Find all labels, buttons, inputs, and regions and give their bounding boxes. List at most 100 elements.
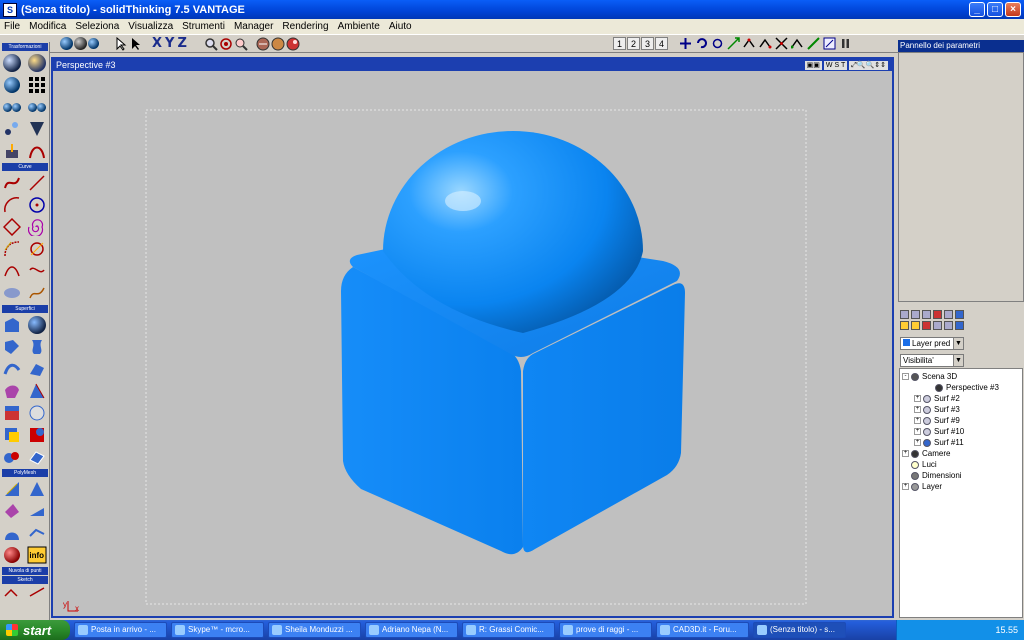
tree-node[interactable]: Perspective #3	[900, 382, 1022, 393]
polymesh-tool-2-icon[interactable]	[27, 479, 47, 499]
menu-rendering[interactable]: Rendering	[282, 21, 328, 32]
polymesh-tool-6-icon[interactable]	[27, 523, 47, 543]
deform-tool-icon[interactable]	[27, 119, 47, 139]
select-point-icon[interactable]	[129, 37, 143, 51]
y-axis-button[interactable]: Y	[165, 36, 174, 51]
tree-tool-5-icon[interactable]	[944, 310, 953, 319]
line-tool-icon[interactable]	[27, 173, 47, 193]
rotate-icon[interactable]	[695, 37, 708, 50]
tree-node[interactable]: + Surf #3	[900, 404, 1022, 415]
task-posta[interactable]: Posta in arrivo - ...	[74, 622, 167, 638]
polymesh-tool-1-icon[interactable]	[2, 479, 22, 499]
patch-surface-icon[interactable]	[2, 381, 22, 401]
pause-icon[interactable]	[839, 37, 852, 50]
tree-node[interactable]: Dimensioni	[900, 470, 1022, 481]
tree-node[interactable]: + Surf #9	[900, 415, 1022, 426]
task-prove[interactable]: prove di raggi - ...	[559, 622, 652, 638]
menu-file[interactable]: File	[4, 21, 20, 32]
viewport-canvas[interactable]: y x	[53, 71, 892, 616]
multi-sphere-icon[interactable]	[88, 38, 99, 49]
viewport-perspective[interactable]: Perspective #3 ▣▣ W S T ⤢🔍🔍⇕⇕ y x	[51, 57, 894, 618]
menu-aiuto[interactable]: Aiuto	[389, 21, 412, 32]
x-axis-button[interactable]: X	[152, 36, 162, 51]
tree-tool-11-icon[interactable]	[944, 321, 953, 330]
app-icon[interactable]: S	[3, 2, 17, 17]
snap-icon-4[interactable]	[791, 37, 804, 50]
tree-tool-6-icon[interactable]	[955, 310, 964, 319]
view-2-button[interactable]: 2	[627, 37, 640, 50]
circle-tool-icon[interactable]	[27, 195, 47, 215]
material-icon[interactable]	[256, 37, 270, 51]
tree-node[interactable]: + Surf #10	[900, 426, 1022, 437]
orbit-icon[interactable]	[711, 37, 724, 50]
expand-icon[interactable]: +	[914, 395, 921, 403]
view-3-button[interactable]: 3	[641, 37, 654, 50]
bend-tool-icon[interactable]	[27, 141, 47, 161]
clock[interactable]: 15.55	[995, 625, 1018, 635]
tree-tool-8-icon[interactable]	[911, 321, 920, 330]
align-tool-icon[interactable]	[27, 97, 47, 117]
spiral-tool-icon[interactable]	[27, 217, 47, 237]
tree-node[interactable]: + Layer	[900, 481, 1022, 492]
rotate-tool-icon[interactable]	[27, 53, 47, 73]
environment-icon[interactable]	[286, 37, 300, 51]
menu-manager[interactable]: Manager	[234, 21, 273, 32]
start-button[interactable]: start	[0, 620, 70, 640]
zoom-target-icon[interactable]	[219, 37, 233, 51]
scale-tool-icon[interactable]	[2, 75, 22, 95]
sketch-tool-1-icon[interactable]	[2, 582, 22, 602]
offset-surface-icon[interactable]	[27, 447, 47, 467]
tree-node[interactable]: + Camere	[900, 448, 1022, 459]
polymesh-tool-3-icon[interactable]	[2, 501, 22, 521]
tree-tool-3-icon[interactable]	[922, 310, 931, 319]
info-icon[interactable]: info	[27, 545, 47, 565]
menu-seleziona[interactable]: Seleziona	[75, 21, 119, 32]
tree-tool-7-icon[interactable]	[900, 321, 909, 330]
viewport-nav-icons[interactable]: ⤢🔍🔍⇕⇕	[849, 60, 888, 70]
zoom-icon[interactable]	[204, 37, 218, 51]
move-tool-icon[interactable]	[2, 53, 22, 73]
tree-node[interactable]: + Surf #11	[900, 437, 1022, 448]
polymesh-tool-4-icon[interactable]	[27, 501, 47, 521]
select-arrow-icon[interactable]	[114, 36, 128, 51]
fillet-curve-icon[interactable]	[2, 239, 22, 259]
sweep-surface-icon[interactable]	[27, 359, 47, 379]
texture-icon[interactable]	[271, 37, 285, 51]
view-1-button[interactable]: 1	[613, 37, 626, 50]
window-title-bar[interactable]: S (Senza titolo) - solidThinking 7.5 VAN…	[0, 0, 1024, 19]
expand-icon[interactable]: +	[902, 483, 909, 491]
menu-modifica[interactable]: Modifica	[29, 21, 66, 32]
sphere-surface-icon[interactable]	[27, 315, 47, 335]
intersect-curve-icon[interactable]	[27, 283, 47, 303]
tree-node[interactable]: Luci	[900, 459, 1022, 470]
tree-tool-9-icon[interactable]	[922, 321, 931, 330]
task-sheila[interactable]: Sheila Monduzzi ...	[268, 622, 361, 638]
expand-icon[interactable]: +	[914, 417, 921, 425]
menu-visualizza[interactable]: Visualizza	[128, 21, 173, 32]
task-adriano[interactable]: Adriano Nepa (N...	[365, 622, 458, 638]
array-tool-icon[interactable]	[27, 75, 47, 95]
tree-tool-4-icon[interactable]	[933, 310, 942, 319]
polymesh-tool-7-icon[interactable]	[2, 545, 22, 565]
z-axis-button[interactable]: Z	[177, 36, 186, 51]
vase-surface-icon[interactable]	[27, 337, 47, 357]
trim-surface-icon[interactable]	[2, 425, 22, 445]
loft-surface-icon[interactable]	[2, 359, 22, 379]
revolve-surface-icon[interactable]	[2, 337, 22, 357]
viewport-layout-icon[interactable]: ▣▣	[804, 60, 822, 70]
pan-icon[interactable]	[679, 37, 692, 50]
task-skype[interactable]: Skype™ - mcro...	[171, 622, 264, 638]
copy-tool-icon[interactable]	[2, 119, 22, 139]
net-surface-icon[interactable]	[27, 381, 47, 401]
collapse-icon[interactable]: -	[902, 373, 909, 381]
zoom-box-icon[interactable]	[234, 37, 248, 51]
viewport-wst-button[interactable]: W S T	[823, 60, 848, 70]
snap-icon-2[interactable]	[759, 37, 772, 50]
section-curve-icon[interactable]	[2, 283, 22, 303]
offset-curve-icon[interactable]	[27, 239, 47, 259]
pivot-tool-icon[interactable]	[2, 141, 22, 161]
tree-tool-2-icon[interactable]	[911, 310, 920, 319]
blend-curve-icon[interactable]	[2, 261, 22, 281]
expand-icon[interactable]: +	[914, 428, 921, 436]
tree-tool-1-icon[interactable]	[900, 310, 909, 319]
